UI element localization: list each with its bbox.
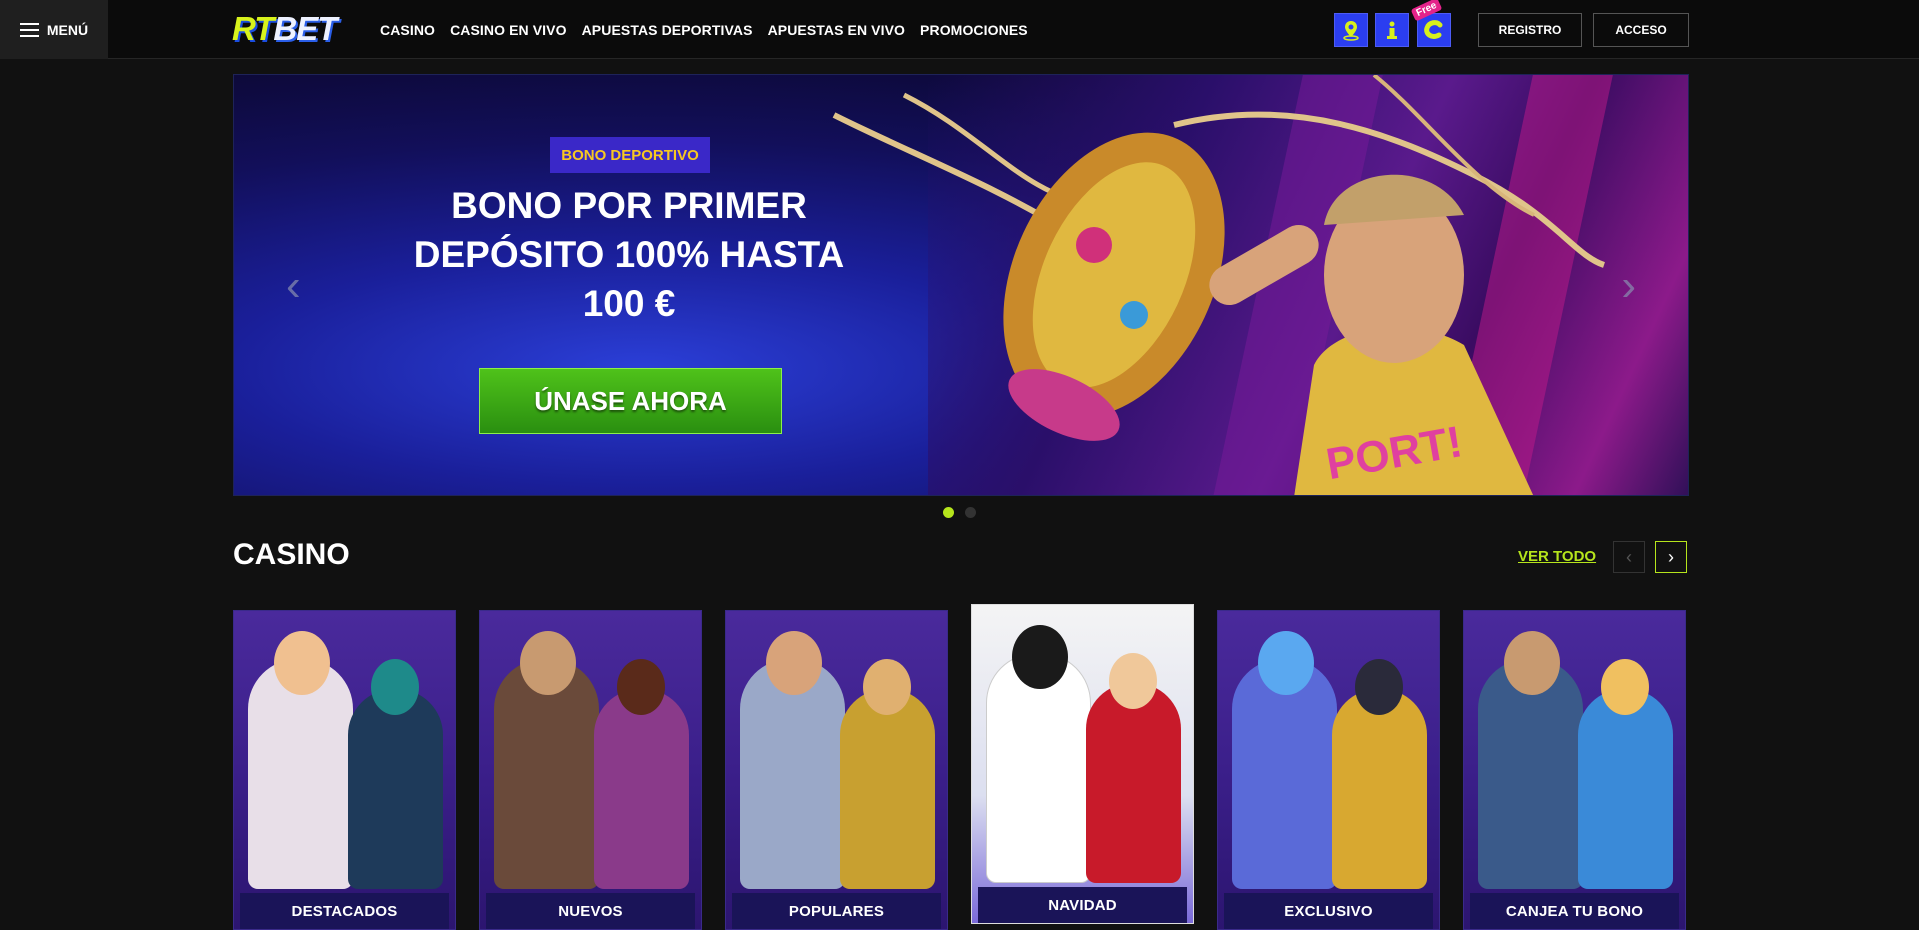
menu-button[interactable]: MENÚ [0, 0, 108, 59]
casino-prev-button[interactable]: ‹ [1613, 541, 1645, 573]
card-label: POPULARES [732, 893, 941, 929]
card-label: NUEVOS [486, 893, 695, 929]
banner-next-arrow[interactable]: › [1621, 261, 1636, 311]
casino-category-cards: DESTACADOS NUEVOS POPULARES NAVIDAD EXCL… [233, 604, 1686, 930]
card-label: DESTACADOS [240, 893, 449, 929]
casino-next-button[interactable]: › [1655, 541, 1687, 573]
see-all-link[interactable]: VER TODO [1518, 548, 1596, 565]
category-card-nuevos[interactable]: NUEVOS [479, 610, 702, 930]
card-label: CANJEA TU BONO [1470, 893, 1679, 929]
banner-pagination [943, 507, 976, 518]
menu-label: MENÚ [46, 21, 89, 38]
header: MENÚ RT BET CASINO CASINO EN VIVO APUESTA… [0, 0, 1919, 59]
category-card-destacados[interactable]: DESTACADOS [233, 610, 456, 930]
nav-promociones[interactable]: PROMOCIONES [920, 22, 1028, 38]
promo-banner[interactable]: PORT! BONO DEPORTIVO BONO POR PRIMER DEP… [233, 74, 1689, 496]
nav-apuestas-deportivas[interactable]: APUESTAS DEPORTIVAS [582, 22, 753, 38]
card-label: EXCLUSIVO [1224, 893, 1433, 929]
category-card-navidad[interactable]: NAVIDAD [971, 604, 1194, 924]
free-coin-icon [1424, 20, 1443, 39]
category-card-exclusivo[interactable]: EXCLUSIVO [1217, 610, 1440, 930]
location-icon [1343, 21, 1359, 41]
info-icon [1387, 21, 1397, 39]
athlete-trophy-image: PORT! [832, 75, 1606, 495]
banner-title: BONO POR PRIMER DEPÓSITO 100% HASTA 100 … [413, 185, 845, 324]
card-label: NAVIDAD [978, 887, 1187, 923]
casino-section-title: CASINO [233, 538, 350, 571]
login-button[interactable]: ACCESO [1593, 13, 1689, 47]
menu-icon [19, 22, 39, 37]
logo[interactable]: RT BET [232, 10, 337, 47]
location-button[interactable] [1334, 13, 1368, 47]
nav-casino[interactable]: CASINO [380, 22, 435, 38]
main-nav: CASINO CASINO EN VIVO APUESTAS DEPORTIVA… [380, 0, 1028, 59]
banner-prev-arrow[interactable]: ‹ [286, 261, 301, 311]
category-card-canjea-tu-bono[interactable]: CANJEA TU BONO [1463, 610, 1686, 930]
pagination-dot-2[interactable] [965, 507, 976, 518]
pagination-dot-1[interactable] [943, 507, 954, 518]
nav-apuestas-en-vivo[interactable]: APUESTAS EN VIVO [768, 22, 905, 38]
join-now-button[interactable]: ÚNASE AHORA [479, 368, 782, 434]
category-card-populares[interactable]: POPULARES [725, 610, 948, 930]
bonus-badge: BONO DEPORTIVO [550, 137, 710, 173]
info-button[interactable] [1375, 13, 1409, 47]
register-button[interactable]: REGISTRO [1478, 13, 1582, 47]
nav-casino-en-vivo[interactable]: CASINO EN VIVO [450, 22, 567, 38]
